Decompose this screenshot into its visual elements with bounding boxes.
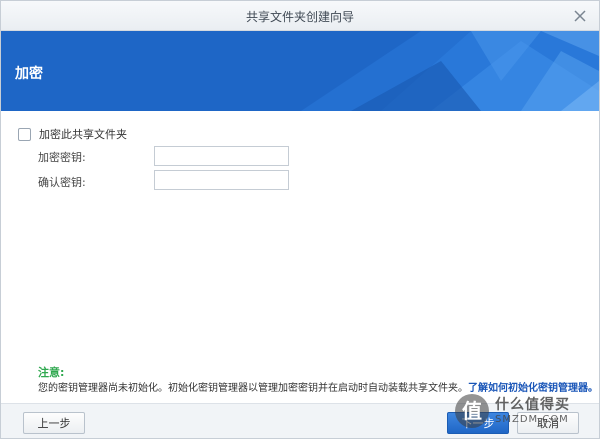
note-text: 您的密钥管理器尚未初始化。初始化密钥管理器以管理加密密钥并在启动时自动装载共享文… xyxy=(38,379,598,394)
encryption-key-input[interactable] xyxy=(154,146,289,166)
wizard-footer: 上一步 下一步 取消 xyxy=(1,403,599,438)
window-title: 共享文件夹创建向导 xyxy=(245,10,354,24)
cancel-button[interactable]: 取消 xyxy=(517,412,579,434)
wizard-window: 共享文件夹创建向导 加密 加密此共享文件夹 加密密钥: 确认密钥: 注意: 您的… xyxy=(0,0,600,439)
title-bar[interactable]: 共享文件夹创建向导 xyxy=(1,1,599,31)
encrypt-checkbox-label: 加密此共享文件夹 xyxy=(39,128,127,141)
confirm-key-input[interactable] xyxy=(154,170,289,190)
next-button[interactable]: 下一步 xyxy=(447,412,509,434)
close-button[interactable] xyxy=(569,5,591,27)
previous-button[interactable]: 上一步 xyxy=(23,412,85,434)
encrypt-checkbox-row[interactable]: 加密此共享文件夹 xyxy=(18,126,127,142)
banner-title: 加密 xyxy=(15,66,43,82)
key-manager-help-link[interactable]: 了解如何初始化密钥管理器。 xyxy=(468,383,598,394)
wizard-content: 加密此共享文件夹 加密密钥: 确认密钥: 注意: 您的密钥管理器尚未初始化。初始… xyxy=(1,111,599,403)
note-title: 注意: xyxy=(38,366,65,379)
close-icon xyxy=(574,10,586,22)
confirm-key-label: 确认密钥: xyxy=(38,176,86,189)
banner-graphic xyxy=(1,31,599,111)
header-banner: 加密 xyxy=(1,31,599,111)
encryption-key-label: 加密密钥: xyxy=(38,151,86,164)
note-body: 您的密钥管理器尚未初始化。初始化密钥管理器以管理加密密钥并在启动时自动装载共享文… xyxy=(38,383,468,394)
encrypt-checkbox[interactable] xyxy=(18,127,31,141)
